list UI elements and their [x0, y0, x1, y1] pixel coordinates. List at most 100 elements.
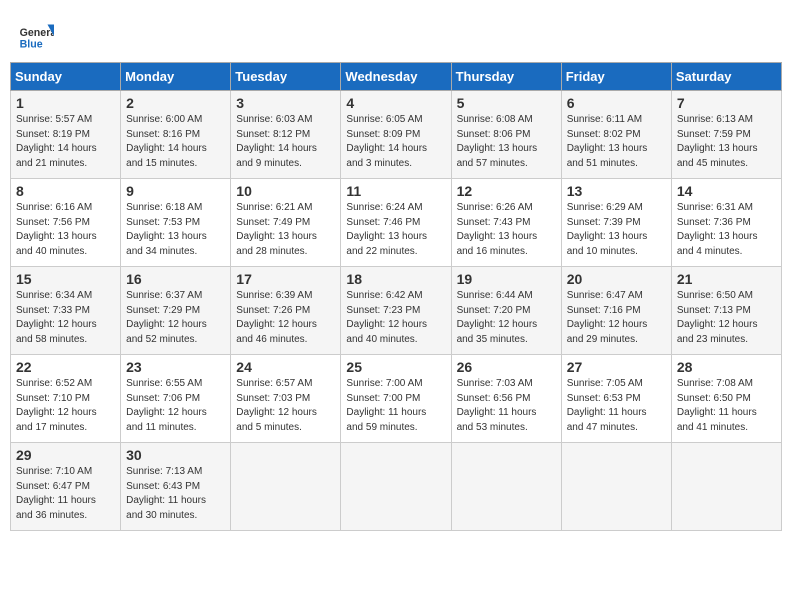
day-number: 12 — [457, 183, 556, 199]
day-info: Sunrise: 6:31 AMSunset: 7:36 PMDaylight:… — [677, 201, 776, 259]
col-header-thursday: Thursday — [451, 63, 561, 91]
day-number: 22 — [16, 359, 115, 375]
day-info: Sunrise: 6:08 AMSunset: 8:06 PMDaylight:… — [457, 113, 556, 171]
day-info: Sunrise: 7:00 AMSunset: 7:00 PMDaylight:… — [346, 377, 445, 435]
day-number: 9 — [126, 183, 225, 199]
col-header-friday: Friday — [561, 63, 671, 91]
day-cell: 21Sunrise: 6:50 AMSunset: 7:13 PMDayligh… — [671, 267, 781, 355]
day-info: Sunrise: 6:42 AMSunset: 7:23 PMDaylight:… — [346, 289, 445, 347]
day-info: Sunrise: 6:29 AMSunset: 7:39 PMDaylight:… — [567, 201, 666, 259]
day-info: Sunrise: 6:18 AMSunset: 7:53 PMDaylight:… — [126, 201, 225, 259]
day-number: 5 — [457, 95, 556, 111]
svg-text:General: General — [20, 27, 54, 39]
day-cell: 22 Sunrise: 6:52 AMSunset: 7:10 PMDayligh… — [11, 355, 121, 443]
day-number: 1 — [16, 95, 115, 111]
day-info: Sunrise: 6:21 AMSunset: 7:49 PMDaylight:… — [236, 201, 335, 259]
week-row-4: 22 Sunrise: 6:52 AMSunset: 7:10 PMDayligh… — [11, 355, 782, 443]
header: General Blue — [0, 0, 792, 62]
day-number: 30 — [126, 447, 225, 463]
header-row: SundayMondayTuesdayWednesdayThursdayFrid… — [11, 63, 782, 91]
day-number: 21 — [677, 271, 776, 287]
day-info: Sunrise: 7:05 AMSunset: 6:53 PMDaylight:… — [567, 377, 666, 435]
day-number: 11 — [346, 183, 445, 199]
logo-icon: General Blue — [18, 18, 54, 54]
day-cell: 17Sunrise: 6:39 AMSunset: 7:26 PMDayligh… — [231, 267, 341, 355]
day-number: 25 — [346, 359, 445, 375]
day-info: Sunrise: 6:16 AMSunset: 7:56 PMDaylight:… — [16, 201, 115, 259]
week-row-3: 15Sunrise: 6:34 AMSunset: 7:33 PMDayligh… — [11, 267, 782, 355]
day-cell: 26 Sunrise: 7:03 AMSunset: 6:56 PMDayligh… — [451, 355, 561, 443]
day-number: 26 — [457, 359, 556, 375]
col-header-wednesday: Wednesday — [341, 63, 451, 91]
day-number: 15 — [16, 271, 115, 287]
calendar-header: SundayMondayTuesdayWednesdayThursdayFrid… — [11, 63, 782, 91]
col-header-tuesday: Tuesday — [231, 63, 341, 91]
day-info: Sunrise: 5:57 AMSunset: 8:19 PMDaylight:… — [16, 113, 115, 171]
col-header-monday: Monday — [121, 63, 231, 91]
day-cell: 8 Sunrise: 6:16 AMSunset: 7:56 PMDaylight… — [11, 179, 121, 267]
day-cell — [231, 443, 341, 531]
day-cell: 23 Sunrise: 6:55 AMSunset: 7:06 PMDayligh… — [121, 355, 231, 443]
day-cell: 18 Sunrise: 6:42 AMSunset: 7:23 PMDayligh… — [341, 267, 451, 355]
day-cell: 30Sunrise: 7:13 AMSunset: 6:43 PMDayligh… — [121, 443, 231, 531]
day-info: Sunrise: 6:52 AMSunset: 7:10 PMDaylight:… — [16, 377, 115, 435]
day-number: 3 — [236, 95, 335, 111]
day-cell: 11 Sunrise: 6:24 AMSunset: 7:46 PMDayligh… — [341, 179, 451, 267]
day-cell — [341, 443, 451, 531]
day-cell: 13 Sunrise: 6:29 AMSunset: 7:39 PMDayligh… — [561, 179, 671, 267]
day-info: Sunrise: 6:05 AMSunset: 8:09 PMDaylight:… — [346, 113, 445, 171]
day-info: Sunrise: 6:03 AMSunset: 8:12 PMDaylight:… — [236, 113, 335, 171]
day-info: Sunrise: 7:10 AMSunset: 6:47 PMDaylight:… — [16, 465, 115, 523]
svg-text:Blue: Blue — [20, 38, 43, 50]
day-cell: 14Sunrise: 6:31 AMSunset: 7:36 PMDayligh… — [671, 179, 781, 267]
day-number: 24 — [236, 359, 335, 375]
day-info: Sunrise: 7:03 AMSunset: 6:56 PMDaylight:… — [457, 377, 556, 435]
col-header-saturday: Saturday — [671, 63, 781, 91]
day-number: 20 — [567, 271, 666, 287]
day-cell — [451, 443, 561, 531]
day-number: 28 — [677, 359, 776, 375]
calendar-table: SundayMondayTuesdayWednesdayThursdayFrid… — [10, 62, 782, 531]
day-info: Sunrise: 6:37 AMSunset: 7:29 PMDaylight:… — [126, 289, 225, 347]
day-cell: 19Sunrise: 6:44 AMSunset: 7:20 PMDayligh… — [451, 267, 561, 355]
day-cell: 28 Sunrise: 7:08 AMSunset: 6:50 PMDayligh… — [671, 355, 781, 443]
week-row-1: 1 Sunrise: 5:57 AMSunset: 8:19 PMDaylight… — [11, 91, 782, 179]
day-info: Sunrise: 6:26 AMSunset: 7:43 PMDaylight:… — [457, 201, 556, 259]
day-number: 4 — [346, 95, 445, 111]
day-number: 13 — [567, 183, 666, 199]
day-cell: 16 Sunrise: 6:37 AMSunset: 7:29 PMDayligh… — [121, 267, 231, 355]
day-cell: 6 Sunrise: 6:11 AMSunset: 8:02 PMDaylight… — [561, 91, 671, 179]
day-cell: 25 Sunrise: 7:00 AMSunset: 7:00 PMDayligh… — [341, 355, 451, 443]
day-number: 7 — [677, 95, 776, 111]
day-number: 18 — [346, 271, 445, 287]
day-info: Sunrise: 7:08 AMSunset: 6:50 PMDaylight:… — [677, 377, 776, 435]
day-info: Sunrise: 6:24 AMSunset: 7:46 PMDaylight:… — [346, 201, 445, 259]
day-cell: 9 Sunrise: 6:18 AMSunset: 7:53 PMDaylight… — [121, 179, 231, 267]
day-cell: 10 Sunrise: 6:21 AMSunset: 7:49 PMDayligh… — [231, 179, 341, 267]
day-cell: 15Sunrise: 6:34 AMSunset: 7:33 PMDayligh… — [11, 267, 121, 355]
logo: General Blue — [18, 18, 58, 54]
page: General Blue SundayMondayTuesdayWednesda… — [0, 0, 792, 612]
day-number: 17 — [236, 271, 335, 287]
day-number: 6 — [567, 95, 666, 111]
day-number: 16 — [126, 271, 225, 287]
day-number: 29 — [16, 447, 115, 463]
day-number: 23 — [126, 359, 225, 375]
col-header-sunday: Sunday — [11, 63, 121, 91]
day-number: 8 — [16, 183, 115, 199]
day-cell: 3 Sunrise: 6:03 AMSunset: 8:12 PMDaylight… — [231, 91, 341, 179]
week-row-2: 8 Sunrise: 6:16 AMSunset: 7:56 PMDaylight… — [11, 179, 782, 267]
day-number: 19 — [457, 271, 556, 287]
day-info: Sunrise: 6:55 AMSunset: 7:06 PMDaylight:… — [126, 377, 225, 435]
day-cell: 7 Sunrise: 6:13 AMSunset: 7:59 PMDaylight… — [671, 91, 781, 179]
calendar-wrapper: SundayMondayTuesdayWednesdayThursdayFrid… — [0, 62, 792, 541]
day-info: Sunrise: 6:11 AMSunset: 8:02 PMDaylight:… — [567, 113, 666, 171]
day-cell: 12 Sunrise: 6:26 AMSunset: 7:43 PMDayligh… — [451, 179, 561, 267]
day-cell: 20 Sunrise: 6:47 AMSunset: 7:16 PMDayligh… — [561, 267, 671, 355]
day-info: Sunrise: 6:47 AMSunset: 7:16 PMDaylight:… — [567, 289, 666, 347]
day-info: Sunrise: 6:13 AMSunset: 7:59 PMDaylight:… — [677, 113, 776, 171]
day-cell: 4 Sunrise: 6:05 AMSunset: 8:09 PMDaylight… — [341, 91, 451, 179]
day-cell — [671, 443, 781, 531]
day-number: 10 — [236, 183, 335, 199]
day-number: 27 — [567, 359, 666, 375]
